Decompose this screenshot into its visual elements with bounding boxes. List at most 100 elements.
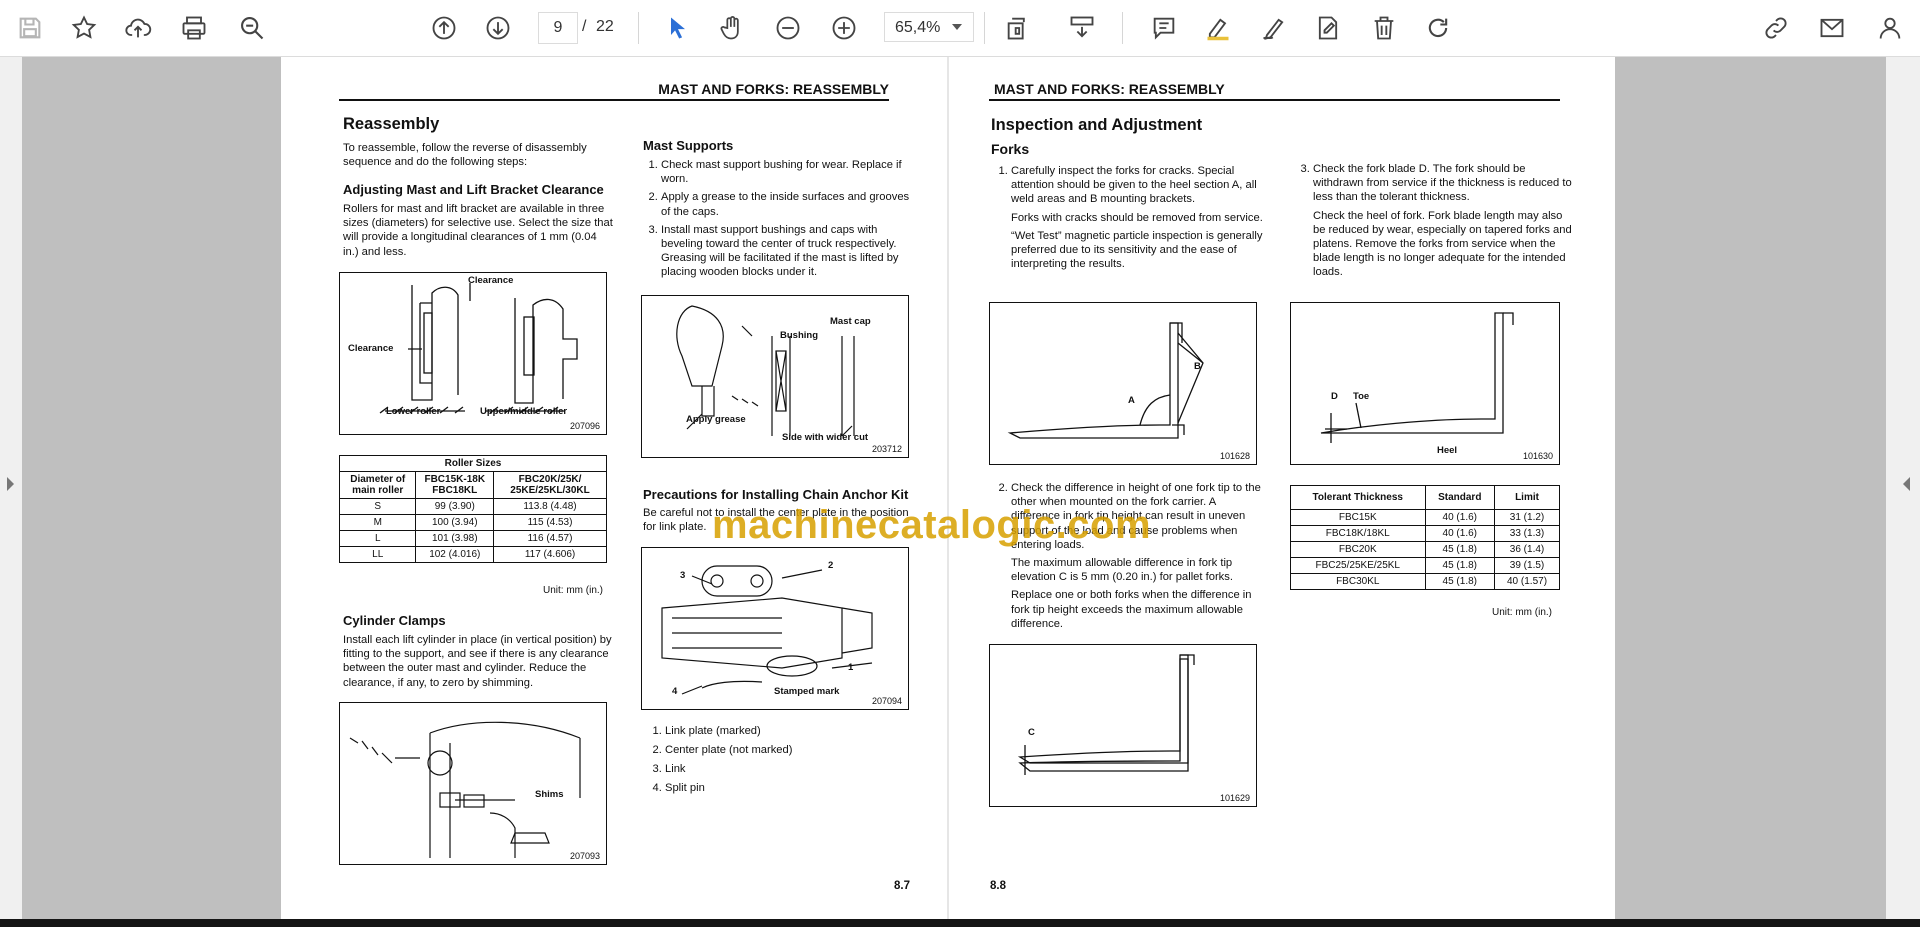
figure-number: 207096: [569, 421, 600, 431]
figure-label: C: [1028, 727, 1035, 738]
figure-label: 4: [672, 686, 678, 697]
account-icon[interactable]: [1872, 10, 1908, 46]
figure-label: B: [1194, 361, 1201, 372]
table-cell: 115 (4.53): [493, 514, 607, 531]
table-cell: S: [338, 498, 417, 515]
figure-label: Bushing: [780, 330, 818, 341]
step-text: Check the heel of fork. Fork blade lengt…: [1313, 209, 1572, 279]
section-title: Reassembly: [343, 115, 440, 133]
page-number: 8.7: [894, 880, 910, 892]
table-cell: 33 (1.3): [1494, 525, 1560, 542]
select-cursor-icon[interactable]: [660, 10, 696, 46]
figure-cylinder-clamps: Shims 207093: [339, 702, 607, 865]
figure-fork-cracks: A B 101628: [989, 302, 1257, 465]
table-cell: FBC30KL: [1290, 573, 1426, 590]
figure-fork-blade-thickness: D Toe Heel 101630: [1290, 302, 1560, 465]
zoom-in-icon[interactable]: [826, 10, 862, 46]
table-cell: L: [338, 530, 417, 547]
table-cell: 116 (4.57): [493, 530, 607, 547]
figure-number: 101628: [1219, 451, 1250, 461]
table-row: FBC20K 45 (1.8) 36 (1.4): [1290, 541, 1560, 558]
page-header: MAST AND FORKS: REASSEMBLY: [994, 81, 1225, 97]
find-zoom-icon[interactable]: [234, 10, 270, 46]
figure-label: 2: [828, 560, 834, 571]
table-cell: 117 (4.606): [493, 546, 607, 563]
draw-pen-icon[interactable]: [1256, 10, 1292, 46]
scroll-mode-icon[interactable]: [1064, 10, 1100, 46]
figure-mast-supports: Bushing Mast cap Apply grease Side with …: [641, 295, 909, 458]
figure-label: 3: [680, 570, 686, 581]
figure-label: Lower roller: [386, 406, 441, 417]
subsection-title: Adjusting Mast and Lift Bracket Clearanc…: [343, 182, 604, 197]
step-text: Carefully inspect the forks for cracks. …: [1011, 165, 1257, 206]
redo-icon[interactable]: [1420, 10, 1456, 46]
figure-number: 207094: [871, 696, 902, 706]
table-caption: Roller Sizes: [339, 455, 607, 472]
sign-document-icon[interactable]: [1310, 10, 1346, 46]
chevron-down-icon[interactable]: [952, 24, 962, 30]
figure-label: Clearance: [468, 275, 514, 286]
figure-label: Mast cap: [830, 316, 871, 327]
expand-left-panel-icon[interactable]: [7, 477, 14, 491]
column-header: FBC15K-18K FBC18KL: [415, 471, 495, 499]
figure-number: 207093: [569, 851, 600, 861]
share-link-icon[interactable]: [1758, 10, 1794, 46]
table-cell: 40 (1.6): [1424, 525, 1496, 542]
subsection-title: Precautions for Installing Chain Anchor …: [643, 487, 909, 502]
table-cell: 102 (4.016): [415, 546, 495, 563]
taskbar-edge: [0, 919, 1920, 927]
column-header: FBC20K/25K/ 25KE/25KL/30KL: [493, 471, 607, 499]
toolbar-divider: [1122, 12, 1123, 44]
table-row: LL 102 (4.016) 117 (4.606): [338, 546, 607, 563]
expand-right-panel-icon[interactable]: [1903, 477, 1910, 491]
table-cell: FBC15K: [1290, 509, 1426, 526]
bookmark-star-icon[interactable]: [66, 10, 102, 46]
table-cell: 45 (1.8): [1424, 573, 1496, 590]
highlight-pen-icon[interactable]: [1200, 10, 1236, 46]
column-header: Limit: [1494, 485, 1560, 510]
table-row: S 99 (3.90) 113.8 (4.48): [338, 498, 607, 515]
tolerant-thickness-table: Tolerant Thickness Standard Limit FBC15K…: [1290, 485, 1560, 590]
list-item: Carefully inspect the forks for cracks. …: [1011, 164, 1267, 271]
table-cell: 101 (3.98): [415, 530, 495, 547]
figure-label: Apply grease: [686, 414, 746, 425]
email-icon[interactable]: [1814, 10, 1850, 46]
page-separator: /: [582, 18, 587, 35]
step-text: Check the fork blade D. The fork should …: [1313, 163, 1572, 204]
figure-number: 101630: [1522, 451, 1553, 461]
header-rule: [339, 99, 889, 101]
watermark-text: machinecatalogic.com: [712, 503, 1152, 547]
step-text: Replace one or both forks when the diffe…: [1011, 589, 1252, 630]
zoom-out-icon[interactable]: [770, 10, 806, 46]
table-cell: 45 (1.8): [1424, 557, 1496, 574]
upload-cloud-icon[interactable]: [120, 10, 156, 46]
document-viewer[interactable]: MAST AND FORKS: REASSEMBLY Reassembly To…: [0, 57, 1920, 919]
header-rule: [989, 99, 1560, 101]
save-icon[interactable]: [12, 10, 48, 46]
intro-text: To reassemble, follow the reverse of dis…: [343, 142, 587, 169]
hand-tool-icon[interactable]: [714, 10, 750, 46]
print-icon[interactable]: [176, 10, 212, 46]
next-page-icon[interactable]: [480, 10, 516, 46]
list-item: Apply a grease to the inside surfaces an…: [661, 190, 911, 218]
mast-support-steps: Check mast support bushing for wear. Rep…: [643, 158, 911, 284]
roller-sizes-table: Roller Sizes Diameter of main roller FBC…: [338, 455, 607, 563]
figure-label: Heel: [1437, 445, 1458, 456]
table-row: L 101 (3.98) 116 (4.57): [338, 530, 607, 547]
delete-trash-icon[interactable]: [1366, 10, 1402, 46]
page-left: MAST AND FORKS: REASSEMBLY Reassembly To…: [281, 57, 947, 919]
page-header: MAST AND FORKS: REASSEMBLY: [658, 81, 889, 97]
step-text: “Wet Test” magnetic particle inspection …: [1011, 229, 1263, 271]
list-item: Link: [665, 762, 905, 777]
fit-page-icon[interactable]: [1000, 10, 1036, 46]
figure-label: 1: [848, 662, 854, 673]
table-row: FBC18K/18KL 40 (1.6) 33 (1.3): [1290, 525, 1560, 542]
table-cell: 99 (3.90): [415, 498, 495, 515]
table-cell: 45 (1.8): [1424, 541, 1496, 558]
table-cell: M: [338, 514, 417, 531]
previous-page-icon[interactable]: [426, 10, 462, 46]
figure-label: Clearance: [348, 343, 394, 354]
table-row: FBC25/25KE/25KL 45 (1.8) 39 (1.5): [1290, 557, 1560, 574]
comment-icon[interactable]: [1146, 10, 1182, 46]
page-number-input[interactable]: 9: [538, 12, 578, 44]
